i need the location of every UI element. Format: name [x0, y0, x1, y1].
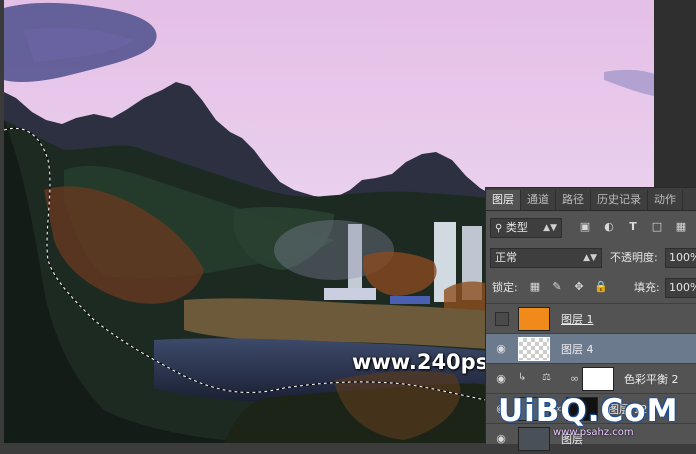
- blend-row: 正常 ▲▼ 不透明度: 100%: [486, 248, 696, 270]
- lock-label: 锁定:: [492, 281, 518, 294]
- opacity-label: 不透明度:: [610, 251, 658, 264]
- lock-row: 锁定: ▦ ✎ ✥ 🔒 填充: 100%: [486, 278, 696, 298]
- layer-row[interactable]: ◉ ↳ ⚖ ∞ 色彩平衡 2: [486, 363, 696, 394]
- lock-transparency-icon[interactable]: ▦: [528, 280, 542, 294]
- lock-all-icon[interactable]: 🔒: [594, 280, 608, 294]
- link-chain-icon: ∞: [570, 372, 580, 385]
- layer-thumbnail: [518, 337, 550, 361]
- logo-subtext: www.psahz.com: [553, 427, 634, 438]
- smart-object-filter-icon[interactable]: ▦: [674, 220, 688, 234]
- layer-filter-select[interactable]: ⚲ 类型 ▲▼: [490, 218, 562, 238]
- tab-layers[interactable]: 图层: [486, 190, 521, 210]
- tab-channels[interactable]: 通道: [521, 190, 556, 210]
- tab-paths[interactable]: 路径: [556, 190, 591, 210]
- layer-mask-thumbnail: [582, 367, 614, 391]
- blend-mode-value: 正常: [495, 251, 517, 264]
- tab-history[interactable]: 历史记录: [591, 190, 648, 210]
- lock-brush-icon[interactable]: ✎: [550, 280, 564, 294]
- search-icon: ⚲: [495, 223, 503, 234]
- adjustment-filter-icon[interactable]: ◐: [602, 220, 616, 234]
- panel-tab-bar: 图层 通道 路径 历史记录 动作: [486, 188, 696, 211]
- blend-mode-select[interactable]: 正常 ▲▼: [490, 248, 602, 268]
- fill-input[interactable]: 100%: [665, 278, 696, 298]
- layer-row[interactable]: 图层 1: [486, 303, 696, 334]
- eye-icon[interactable]: ◉: [492, 342, 510, 356]
- chevron-updown-icon: ▲▼: [543, 223, 557, 233]
- layer-name[interactable]: 图层 1: [561, 311, 594, 327]
- shape-filter-icon[interactable]: □: [650, 220, 664, 234]
- opacity-input[interactable]: 100%: [665, 248, 696, 268]
- clip-arrow-icon: ↳: [518, 372, 527, 383]
- eye-icon[interactable]: ◉: [492, 372, 510, 386]
- visibility-toggle-off[interactable]: [495, 312, 509, 326]
- lock-move-icon[interactable]: ✥: [572, 280, 586, 294]
- site-logo-watermark: UiBQ.CoM www.psahz.com: [498, 393, 696, 443]
- layer-name[interactable]: 色彩平衡 2: [624, 371, 679, 387]
- text-filter-icon[interactable]: T: [626, 220, 640, 234]
- tab-actions[interactable]: 动作: [648, 190, 683, 210]
- logo-text: UiBQ.CoM: [498, 393, 679, 429]
- layer-name[interactable]: 图层 4: [561, 341, 594, 357]
- adjustment-balance-icon: ⚖: [542, 372, 551, 383]
- image-filter-icon[interactable]: ▣: [578, 220, 592, 234]
- fill-label: 填充:: [634, 281, 660, 294]
- layer-thumbnail: [518, 307, 550, 331]
- layer-filter-row: ⚲ 类型 ▲▼ ▣ ◐ T □ ▦: [486, 218, 696, 240]
- chevron-updown-icon: ▲▼: [583, 253, 597, 263]
- layer-row-selected[interactable]: ◉ 图层 4: [486, 333, 696, 364]
- filter-type-label: 类型: [505, 221, 528, 234]
